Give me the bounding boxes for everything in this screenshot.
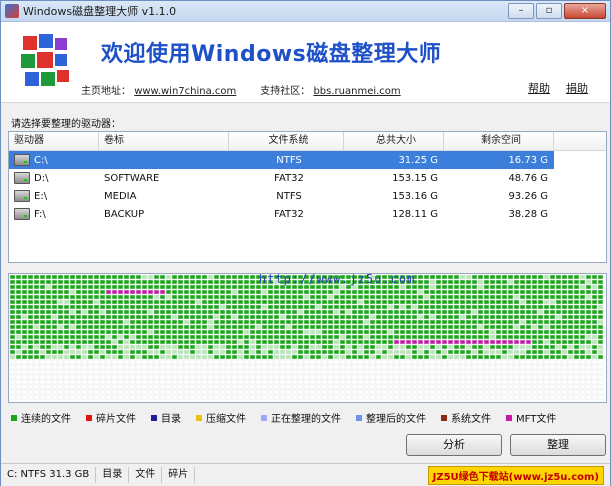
close-button[interactable]: × [564,3,606,19]
status-bar: C: NTFS 31.3 GB 目录 文件 碎片 JZ5U绿色下载站(www.j… [1,463,610,486]
legend-item: 系统文件 [441,410,491,425]
total-size: 153.15 G [392,172,438,184]
drive-list-header: 驱动器 卷标 文件系统 总共大小 剩余空间 [9,132,606,151]
legend-label: 目录 [161,414,181,425]
drive-row[interactable]: C:\ NTFS 31.25 G 16.73 G [9,151,554,169]
watermark-text: http://www.jz5u.com [259,273,416,286]
drive-icon [14,190,30,202]
total-size: 128.11 G [392,208,438,220]
free-space: 38.28 G [508,208,548,220]
home-label: 主页地址： [81,86,131,97]
banner-title: 欢迎使用Windows磁盘整理大师 [101,42,442,67]
legend-swatch [196,414,202,421]
legend-item: 压缩文件 [196,410,246,425]
drive-letter: E:\ [34,191,48,202]
volume-label: MEDIA [104,190,137,202]
banner: 欢迎使用Windows磁盘整理大师 主页地址： www.win7china.co… [1,22,610,103]
legend-swatch [86,414,92,421]
top-right-links: 帮助 捐助 [528,80,588,96]
minimize-button[interactable]: – [508,3,534,19]
total-size: 153.16 G [392,190,438,202]
promo-badge: JZ5U绿色下载站(www.jz5u.com) [427,465,604,485]
free-space: 93.26 G [508,190,548,202]
drive-list[interactable]: 驱动器 卷标 文件系统 总共大小 剩余空间 C:\ NTFS 31.25 G 1… [8,131,607,263]
drive-row[interactable]: E:\ MEDIA NTFS 153.16 G 93.26 G [9,187,606,205]
help-link[interactable]: 帮助 [528,80,550,96]
forum-label: 支持社区： [260,86,311,97]
volume-label: SOFTWARE [104,172,160,184]
system-drive-icon [14,154,30,166]
file-system: NTFS [276,190,302,202]
title-bar: Windows磁盘整理大师 v1.1.0 – ▫ × [1,1,610,22]
column-header-label[interactable]: 卷标 [99,132,229,150]
maximize-button[interactable]: ▫ [536,3,562,19]
legend-label: MFT文件 [516,414,557,425]
file-system: FAT32 [274,208,304,220]
legend-label: 正在整理的文件 [271,414,341,425]
drive-letter: D:\ [34,173,49,184]
legend-swatch [261,414,267,421]
banner-links: 主页地址： www.win7china.com 支持社区： bbs.ruanme… [81,82,401,97]
legend-swatch [506,414,512,421]
drive-letter: F:\ [34,209,46,220]
status-fragments: 碎片 [162,467,196,483]
legend-swatch [356,414,362,421]
defrag-button[interactable]: 整理 [510,434,606,456]
volume-label: BACKUP [104,208,145,220]
column-header-fs[interactable]: 文件系统 [229,132,344,150]
legend-item: 整理后的文件 [356,410,426,425]
legend-label: 系统文件 [451,414,491,425]
legend-swatch [11,414,17,421]
cluster-map: http://www.jz5u.com [8,273,607,403]
status-files: 文件 [129,467,163,483]
free-space: 16.73 G [508,154,548,166]
analyze-button[interactable]: 分析 [406,434,502,456]
drive-icon [14,208,30,220]
legend-label: 连续的文件 [21,414,71,425]
legend: 连续的文件 碎片文件 目录 压缩文件 正在整理的文件 整理后的文件 系统文件 M… [11,410,556,425]
defrag-logo-icon [21,34,69,86]
legend-item: MFT文件 [506,410,556,425]
app-window: Windows磁盘整理大师 v1.1.0 – ▫ × 欢迎使用Windows磁盘… [0,0,611,486]
legend-swatch [151,414,157,421]
legend-swatch [441,414,447,421]
status-drive-info: C: NTFS 31.3 GB [1,467,97,483]
legend-item: 碎片文件 [86,410,136,425]
window-title: Windows磁盘整理大师 v1.1.0 [23,5,177,18]
window-controls: – ▫ × [508,3,606,19]
drive-prompt: 请选择要整理的驱动器： [11,119,121,130]
legend-item: 连续的文件 [11,410,71,425]
drive-letter: C:\ [34,155,48,166]
drive-icon [14,172,30,184]
column-header-free[interactable]: 剩余空间 [444,132,554,150]
legend-item: 正在整理的文件 [261,410,341,425]
file-system: NTFS [276,154,302,166]
drive-row[interactable]: F:\ BACKUP FAT32 128.11 G 38.28 G [9,205,606,223]
forum-link[interactable]: bbs.ruanmei.com [313,86,400,97]
legend-label: 整理后的文件 [366,414,426,425]
status-directories: 目录 [96,467,130,483]
column-header-total[interactable]: 总共大小 [344,132,444,150]
free-space: 48.76 G [508,172,548,184]
app-icon [5,4,19,18]
home-link[interactable]: www.win7china.com [134,86,236,97]
legend-item: 目录 [151,410,181,425]
total-size: 31.25 G [398,154,438,166]
legend-label: 压缩文件 [206,414,246,425]
column-header-drive[interactable]: 驱动器 [9,132,99,150]
cluster-map-grid [9,274,604,400]
legend-label: 碎片文件 [96,414,136,425]
file-system: FAT32 [274,172,304,184]
drive-row[interactable]: D:\ SOFTWARE FAT32 153.15 G 48.76 G [9,169,606,187]
donate-link[interactable]: 捐助 [566,80,588,96]
